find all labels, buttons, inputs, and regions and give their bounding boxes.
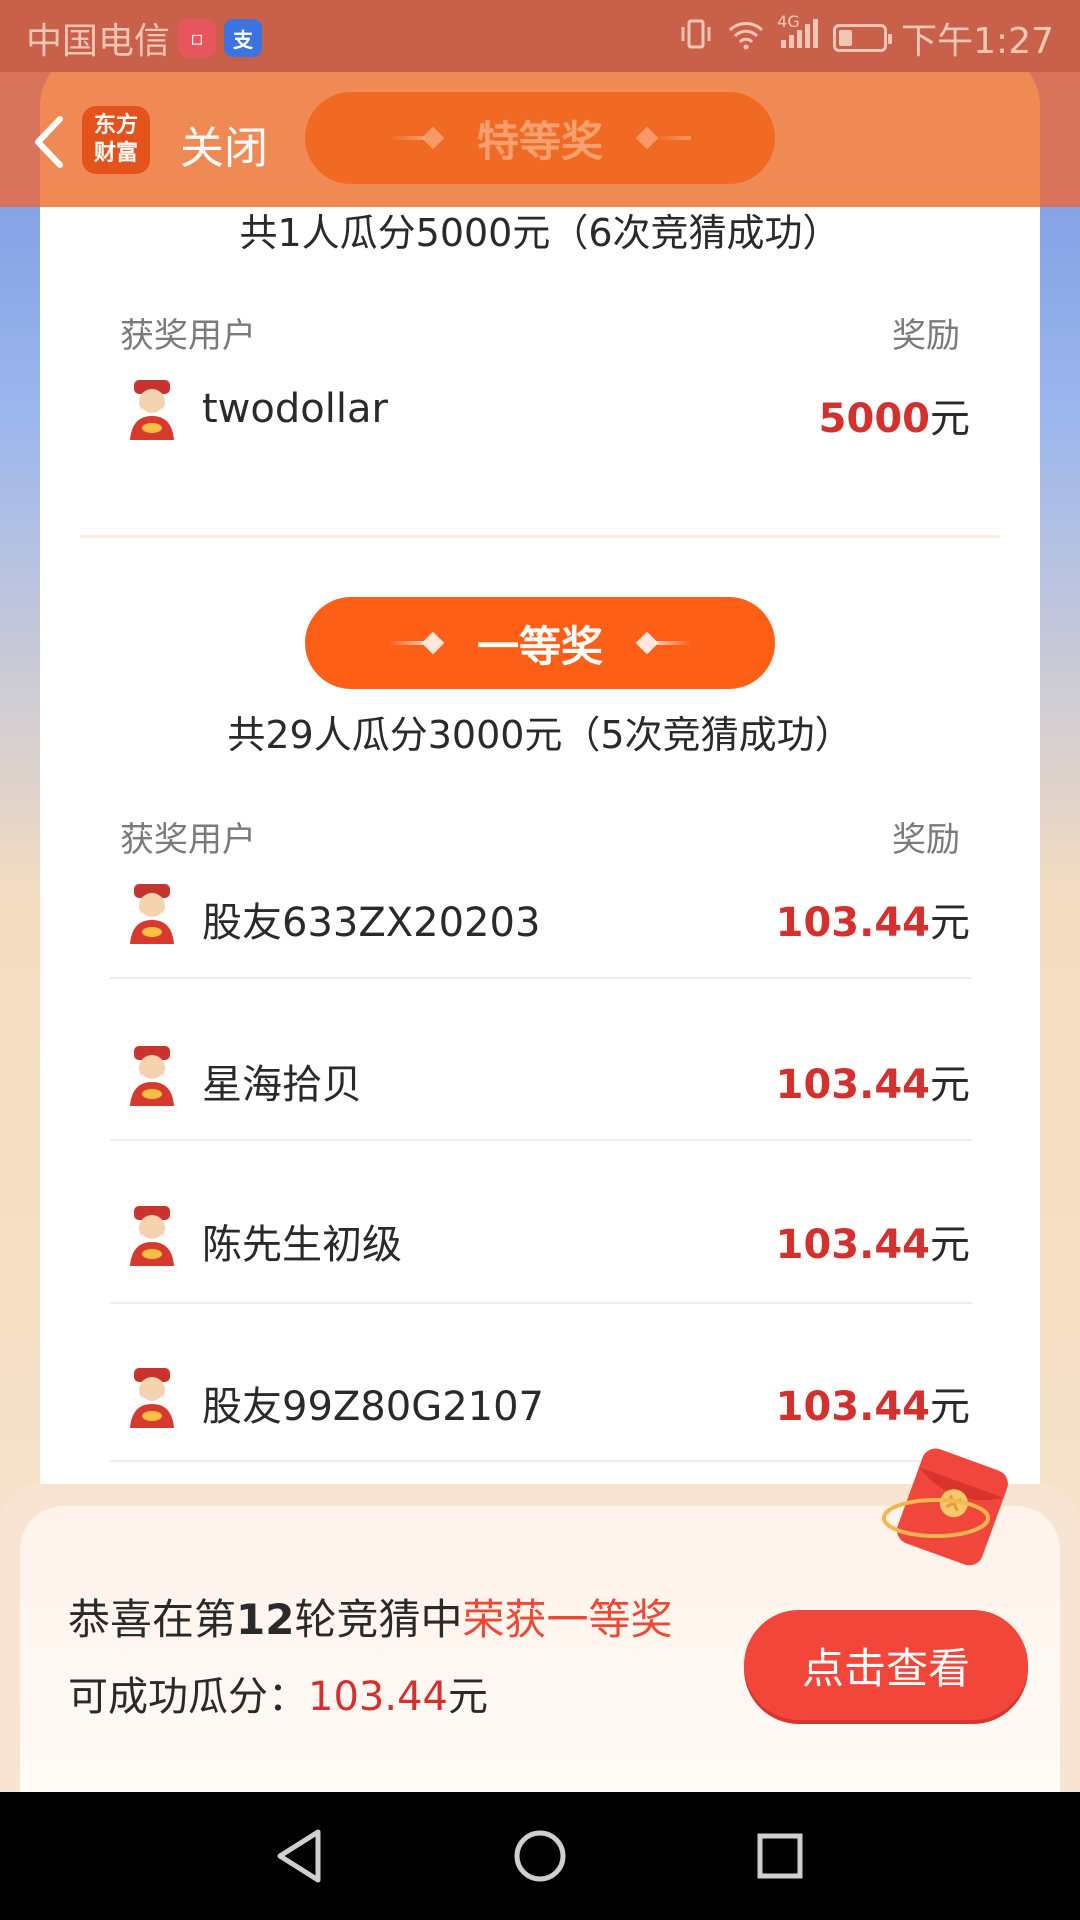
winner-row: 股友633ZX20203 103.44元 <box>110 866 970 966</box>
fortune-god-avatar-icon <box>130 1206 174 1266</box>
sticky-prize-title: 特等奖 <box>305 92 775 184</box>
vibrate-icon <box>679 17 713 60</box>
network-type-label: 4G <box>777 11 800 31</box>
reward-unit: 元 <box>930 1062 970 1108</box>
congrats-prefix: 恭喜在第 <box>68 1595 237 1644</box>
reward-unit: 元 <box>930 1222 970 1268</box>
reward-unit: 元 <box>930 900 970 946</box>
row-divider <box>110 1460 972 1462</box>
prize-highlight: 荣获一等奖 <box>462 1595 673 1644</box>
fortune-god-avatar-icon <box>130 1046 174 1106</box>
left-diamond-decoration <box>388 126 445 150</box>
sticky-prize-label: 特等奖 <box>476 116 603 166</box>
logo-line-2: 财富 <box>93 141 138 166</box>
first-prize-label: 一等奖 <box>476 621 603 671</box>
winner-row: 星海拾贝 103.44元 <box>110 1028 970 1128</box>
right-diamond-decoration <box>635 631 691 655</box>
winner-name: 股友633ZX20203 <box>202 900 541 946</box>
special-col-user: 获奖用户 <box>120 316 256 356</box>
carrier-label: 中国电信 <box>26 21 171 62</box>
first-col-user: 获奖用户 <box>120 820 256 860</box>
winner-name: 星海拾贝 <box>202 1062 362 1108</box>
fortune-god-avatar-icon <box>130 1368 174 1428</box>
nav-back-icon[interactable] <box>268 1824 332 1888</box>
huawei-store-icon: ▫ <box>178 19 217 57</box>
reward-amount: 103.44 <box>775 1384 930 1430</box>
reward-unit: 元 <box>930 1384 970 1430</box>
wifi-icon <box>727 18 765 59</box>
nav-recents-icon[interactable] <box>748 1824 812 1888</box>
winner-name: twodollar <box>202 386 388 432</box>
share-amount: 103.44 <box>308 1674 448 1720</box>
battery-icon <box>833 24 893 52</box>
winner-name: 股友99Z80G2107 <box>202 1384 544 1430</box>
status-bar: 中国电信 ▫ 支 4G 下午1:27 <box>0 0 1080 72</box>
winner-reward: 103.44元 <box>776 1212 970 1270</box>
back-button[interactable] <box>18 102 78 182</box>
fortune-god-avatar-icon <box>130 884 174 944</box>
winner-reward: 103.44元 <box>776 1052 970 1110</box>
alipay-icon: 支 <box>224 19 263 57</box>
congrats-message: 恭喜在第12轮竞猜中荣获一等奖 <box>68 1586 673 1647</box>
winner-reward: 103.44元 <box>776 890 970 948</box>
reward-amount: 103.44 <box>775 1222 930 1268</box>
share-amount-line: 可成功瓜分：103.44元 <box>68 1664 488 1722</box>
red-envelope-icon <box>882 1448 1008 1566</box>
winner-row: 股友99Z80G2107 103.44元 <box>110 1350 970 1450</box>
first-col-reward: 奖励 <box>892 820 960 860</box>
special-prize-summary: 共1人瓜分5000元（6次竞猜成功） <box>239 211 841 255</box>
winner-reward: 5000元 <box>819 386 970 444</box>
view-details-button[interactable]: 点击查看 <box>744 1610 1028 1720</box>
app-logo: 东方 财富 <box>82 106 150 174</box>
winner-reward: 103.44元 <box>776 1374 970 1432</box>
winner-name: 陈先生初级 <box>202 1222 402 1268</box>
fortune-god-avatar-icon <box>130 380 174 440</box>
winner-row: 陈先生初级 103.44元 <box>110 1188 970 1288</box>
share-unit: 元 <box>447 1674 488 1720</box>
first-prize-summary: 共29人瓜分3000元（5次竞猜成功） <box>227 713 853 757</box>
share-label: 可成功瓜分： <box>68 1674 308 1720</box>
winner-row: twodollar 5000元 <box>110 362 970 462</box>
round-number: 12 <box>236 1595 295 1644</box>
congrats-middle: 轮竞猜中 <box>294 1595 463 1644</box>
chevron-left-icon <box>35 116 63 168</box>
close-button[interactable]: 关闭 <box>180 112 268 176</box>
right-diamond-decoration <box>635 126 691 150</box>
reward-amount: 103.44 <box>775 900 930 946</box>
reward-amount: 5000 <box>818 396 930 442</box>
reward-amount: 103.44 <box>775 1062 930 1108</box>
section-divider <box>80 535 1000 538</box>
signal-icon: 4G <box>777 12 819 59</box>
clock: 下午1:27 <box>901 21 1054 62</box>
top-nav: 东方 财富 关闭 特等奖 <box>0 50 1080 207</box>
reward-unit: 元 <box>930 396 970 442</box>
row-divider <box>110 1139 972 1141</box>
system-nav-bar <box>0 1792 1080 1920</box>
special-col-reward: 奖励 <box>892 316 960 356</box>
row-divider <box>110 977 972 979</box>
first-prize-title: 一等奖 <box>305 597 775 689</box>
row-divider <box>110 1302 972 1304</box>
logo-line-1: 东方 <box>93 113 138 138</box>
left-diamond-decoration <box>388 631 445 655</box>
nav-home-icon[interactable] <box>508 1824 572 1888</box>
prize-card <box>40 55 1040 1555</box>
